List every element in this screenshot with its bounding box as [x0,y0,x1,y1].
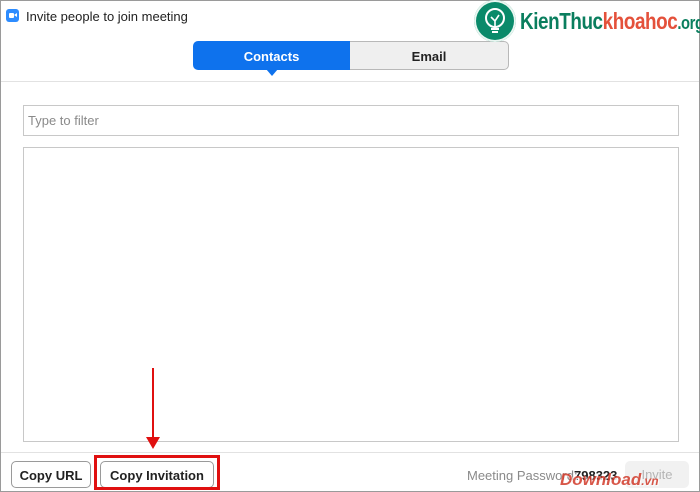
footer-divider [1,452,699,453]
contact-list[interactable] [23,147,679,442]
annotation-arrow-shaft [152,368,154,440]
annotation-arrow-icon [146,437,160,449]
invite-dialog: Invite people to join meeting Contacts E… [0,0,700,492]
invite-tabs: Contacts Email [193,41,509,76]
window-title: Invite people to join meeting [26,9,188,24]
header-divider [1,81,699,82]
zoom-app-icon [6,9,19,22]
filter-input[interactable] [23,105,679,136]
watermark-logo: KienThuckhoahoc.org [474,0,700,48]
tab-contacts[interactable]: Contacts [193,41,350,76]
copy-invitation-highlight [94,455,220,490]
download-watermark: Download.vn [560,470,659,489]
lightbulb-icon [474,0,516,42]
copy-url-button[interactable]: Copy URL [11,461,91,488]
watermark-text: KienThuckhoahoc.org [520,8,700,34]
